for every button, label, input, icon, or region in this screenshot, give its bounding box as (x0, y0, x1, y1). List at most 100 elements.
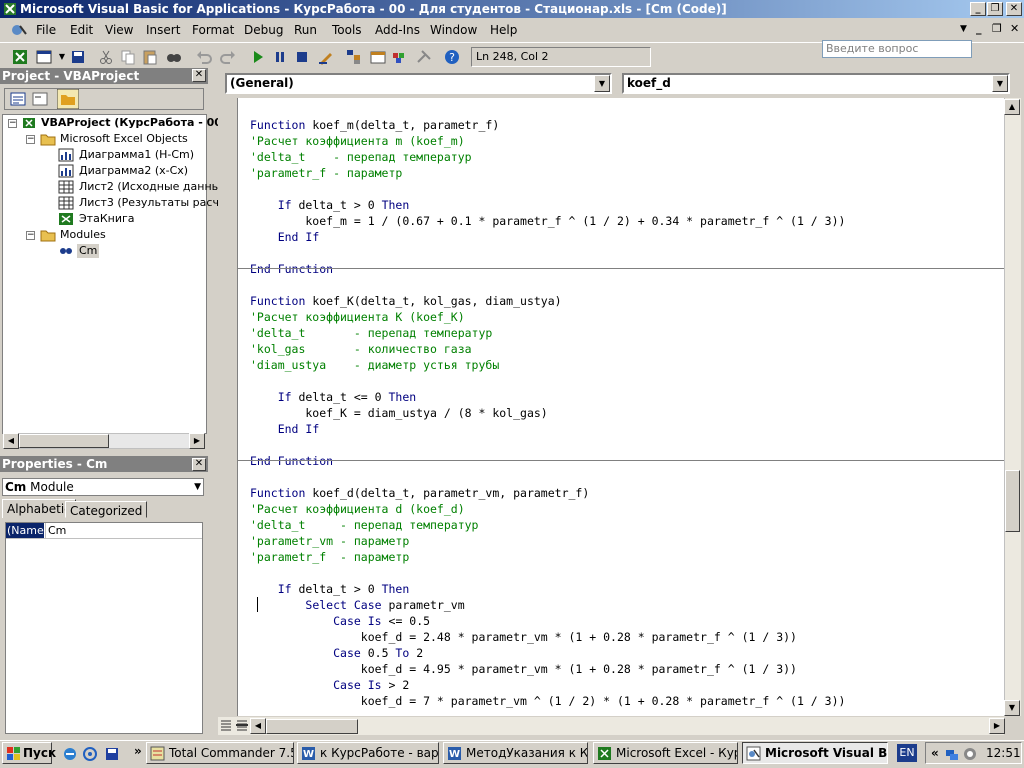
tree-excel-objects[interactable]: Microsoft Excel Objects (60, 132, 188, 146)
code-scroll-down-button[interactable]: ▼ (1004, 700, 1020, 716)
paste-icon[interactable] (140, 47, 160, 67)
object-browser-icon[interactable] (390, 47, 410, 67)
menu-view[interactable]: View (105, 23, 133, 37)
explorer-quicklaunch-icon[interactable] (82, 746, 98, 762)
scroll-left-button[interactable]: ◀ (3, 433, 19, 449)
project-panel-close-button[interactable]: ✕ (192, 69, 206, 82)
run-icon[interactable] (248, 47, 268, 67)
code-scroll-right-button[interactable]: ▶ (989, 718, 1005, 734)
code-vscroll-thumb[interactable] (1005, 470, 1020, 532)
code-line[interactable]: End If (250, 229, 320, 245)
tree-modules[interactable]: Modules (60, 228, 106, 242)
find-icon[interactable] (164, 47, 184, 67)
expand-excel-objects-icon[interactable]: − (26, 135, 35, 144)
insert-userform-icon[interactable] (34, 47, 54, 67)
object-select-dropdown-icon[interactable]: ▼ (194, 479, 201, 495)
code-line[interactable]: End If (250, 421, 320, 437)
code-line[interactable]: 'parametr_vm - параметр (250, 533, 409, 549)
code-line[interactable]: 'delta_t - перепад температур (250, 325, 492, 341)
scroll-right-button[interactable]: ▶ (189, 433, 205, 449)
code-line[interactable]: Case Is > 2 (250, 677, 409, 693)
network-tray-icon[interactable] (944, 746, 960, 762)
code-hscroll-thumb[interactable] (266, 719, 358, 734)
antivirus-tray-icon[interactable] (962, 746, 978, 762)
code-line[interactable]: End Function (250, 261, 333, 277)
code-line[interactable]: koef_K = diam_ustya / (8 * kol_gas) (250, 405, 547, 421)
vba-menu-icon[interactable] (10, 22, 28, 38)
code-line[interactable]: Function koef_d(delta_t, parametr_vm, pa… (250, 485, 589, 501)
menu-run[interactable]: Run (294, 23, 317, 37)
undo-icon[interactable] (194, 47, 214, 67)
task-word-metodukazaniya[interactable]: W МетодУказания к Ку... (443, 742, 588, 764)
minimize-button[interactable]: _ (970, 2, 986, 16)
save-icon[interactable] (68, 47, 88, 67)
tree-item-sheet2[interactable]: Лист2 (Исходные данны (79, 180, 220, 194)
menu-addins[interactable]: Add-Ins (375, 23, 420, 37)
help-icon[interactable]: ? (442, 47, 462, 67)
expand-vbaproject-icon[interactable]: − (8, 119, 17, 128)
code-line[interactable]: 'kol_gas - количество газа (250, 341, 472, 357)
property-name-label[interactable]: (Name) (6, 523, 48, 538)
expand-modules-icon[interactable]: − (26, 231, 35, 240)
code-line[interactable]: If delta_t > 0 Then (250, 197, 410, 213)
doc-minimize-button[interactable]: _ (976, 22, 982, 35)
procedure-combo[interactable]: koef_d ▼ (622, 73, 1010, 94)
reset-icon[interactable] (292, 47, 312, 67)
code-editor[interactable]: Function koef_m(delta_t, parametr_f) 'Рас… (237, 98, 1005, 716)
ask-dropdown-icon[interactable]: ▼ (960, 24, 967, 34)
code-vscrollbar[interactable] (1004, 98, 1021, 716)
cut-icon[interactable] (96, 47, 116, 67)
code-line[interactable]: koef_m = 1 / (0.67 + 0.1 * parametr_f ^ … (250, 213, 845, 229)
properties-window-icon[interactable] (368, 47, 388, 67)
redo-icon[interactable] (218, 47, 238, 67)
disk-quicklaunch-icon[interactable] (104, 746, 120, 762)
code-line[interactable]: Select Case parametr_vm (250, 597, 464, 613)
object-combo-arrow-icon[interactable]: ▼ (594, 75, 610, 92)
code-line[interactable]: 'parametr_f - параметр (250, 165, 402, 181)
tree-item-chart1[interactable]: Диаграмма1 (H-Cm) (79, 148, 194, 162)
tree-vbaproject[interactable]: VBAProject (КурсРабота - 00 (41, 116, 222, 130)
code-line[interactable]: Function koef_m(delta_t, parametr_f) (250, 117, 499, 133)
menu-format[interactable]: Format (192, 23, 234, 37)
object-combo[interactable]: (General) ▼ (225, 73, 612, 94)
code-line[interactable]: 'Расчет коэффициента m (koef_m) (250, 133, 465, 149)
object-select[interactable]: Cm Module ▼ (2, 478, 204, 496)
break-icon[interactable] (270, 47, 290, 67)
tree-item-thisworkbook[interactable]: ЭтаКнига (79, 212, 135, 226)
doc-close-button[interactable]: ✕ (1010, 22, 1019, 35)
menu-edit[interactable]: Edit (70, 23, 93, 37)
property-name-value[interactable]: Cm (48, 523, 66, 538)
menu-help[interactable]: Help (490, 23, 517, 37)
start-button[interactable]: Пуск (2, 742, 56, 764)
task-total-commander[interactable]: Total Commander 7.5... (146, 742, 294, 764)
tab-categorized[interactable]: Categorized (65, 501, 148, 518)
close-button[interactable]: ✕ (1006, 2, 1022, 16)
code-line[interactable]: Function koef_K(delta_t, kol_gas, diam_u… (250, 293, 562, 309)
code-line[interactable]: Case Is <= 0.5 (250, 613, 430, 629)
copy-icon[interactable] (118, 47, 138, 67)
project-explorer-icon[interactable] (344, 47, 364, 67)
menu-file[interactable]: File (36, 23, 56, 37)
ie-quicklaunch-icon[interactable] (62, 746, 78, 762)
code-scroll-left-button[interactable]: ◀ (250, 718, 266, 734)
tree-module-cm[interactable]: Cm (77, 244, 100, 258)
code-line[interactable]: 'delta_t - перепад температур (250, 517, 478, 533)
properties-panel-close-button[interactable]: ✕ (192, 458, 206, 471)
procedure-view-icon[interactable] (219, 718, 233, 732)
restore-button[interactable]: ❐ (987, 2, 1003, 16)
view-excel-icon[interactable] (10, 47, 30, 67)
tree-item-sheet3[interactable]: Лист3 (Результаты расч (79, 196, 219, 210)
code-line[interactable]: Case 0.5 To 2 (250, 645, 423, 661)
code-line[interactable]: 'Расчет коэффициента K (koef_K) (250, 309, 465, 325)
menu-window[interactable]: Window (430, 23, 477, 37)
code-line[interactable]: 'delta_t - перепад температур (250, 149, 472, 165)
doc-restore-button[interactable]: ❐ (992, 22, 1002, 35)
procedure-combo-arrow-icon[interactable]: ▼ (992, 75, 1008, 92)
task-vba-editor[interactable]: Microsoft Visual Ba... (742, 742, 888, 764)
menu-insert[interactable]: Insert (146, 23, 180, 37)
code-line[interactable]: 'diam_ustya - диаметр устья трубы (250, 357, 499, 373)
toggle-folders-icon[interactable] (57, 89, 79, 109)
code-line[interactable]: If delta_t > 0 Then (250, 581, 410, 597)
menu-debug[interactable]: Debug (244, 23, 283, 37)
design-mode-icon[interactable] (316, 47, 336, 67)
